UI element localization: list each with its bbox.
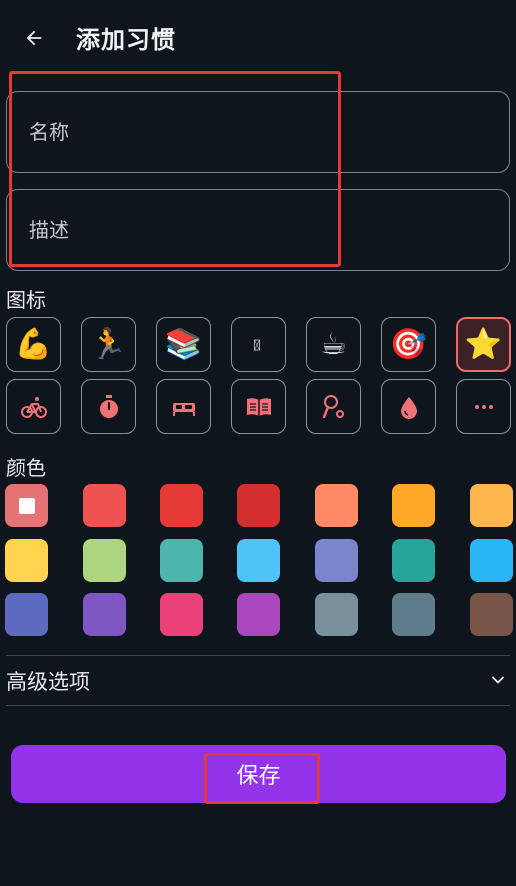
direct-hit-icon: 🎯	[389, 327, 428, 362]
color-swatch[interactable]	[237, 484, 280, 527]
star-icon: ⭐	[464, 327, 503, 362]
color-swatch[interactable]	[470, 539, 513, 582]
icon-option-bed[interactable]	[156, 379, 211, 434]
selected-check-mark	[18, 497, 35, 514]
back-button[interactable]	[18, 22, 50, 54]
divider-bottom	[6, 705, 510, 706]
icon-option-bicycle[interactable]	[6, 379, 61, 434]
icon-option-star[interactable]: ⭐	[456, 317, 511, 372]
flexed-biceps-icon: 💪	[14, 327, 53, 362]
color-swatch[interactable]	[237, 593, 280, 636]
top-app-bar: 添加习惯	[0, 0, 516, 76]
icon-option-book[interactable]	[231, 379, 286, 434]
color-swatch[interactable]	[470, 484, 513, 527]
color-swatch[interactable]	[83, 484, 126, 527]
hot-beverage-icon: ☕	[320, 327, 347, 362]
unknown-icon	[253, 339, 260, 350]
icon-option-books[interactable]: 📚	[156, 317, 211, 372]
icon-option-unknown[interactable]	[231, 317, 286, 372]
jump-rope-icon	[322, 394, 344, 418]
color-swatch[interactable]	[315, 539, 358, 582]
arrow-left-icon	[26, 30, 42, 46]
color-swatch[interactable]	[237, 539, 280, 582]
open-book-icon	[246, 397, 271, 416]
save-button[interactable]: 保存	[11, 745, 506, 803]
books-icon: 📚	[164, 327, 203, 362]
advanced-options-label: 高级选项	[6, 670, 90, 694]
color-swatch[interactable]	[392, 484, 435, 527]
name-field[interactable]	[7, 92, 509, 172]
color-swatch[interactable]	[83, 539, 126, 582]
color-swatch[interactable]	[83, 593, 126, 636]
icon-option-target[interactable]: 🎯	[381, 317, 436, 372]
icon-option-biceps[interactable]: 💪	[6, 317, 61, 372]
color-swatch[interactable]	[160, 593, 203, 636]
color-swatch[interactable]	[315, 593, 358, 636]
icons-section-label: 图标	[6, 288, 46, 312]
icon-option-water[interactable]	[381, 379, 436, 434]
icon-option-more[interactable]	[456, 379, 511, 434]
color-swatch[interactable]	[392, 593, 435, 636]
icon-option-timer[interactable]	[81, 379, 136, 434]
running-person-icon: 🏃	[89, 327, 128, 362]
water-drop-icon	[400, 396, 417, 419]
color-swatch[interactable]	[160, 484, 203, 527]
color-swatch[interactable]	[5, 593, 48, 636]
name-field-container	[6, 91, 510, 173]
icon-option-jump-rope[interactable]	[306, 379, 361, 434]
color-swatch[interactable]	[5, 484, 48, 527]
color-swatch[interactable]	[160, 539, 203, 582]
icon-option-running[interactable]: 🏃	[81, 317, 136, 372]
more-icon	[474, 404, 493, 409]
colors-section-label: 颜色	[6, 456, 46, 480]
icon-option-coffee[interactable]: ☕	[306, 317, 361, 372]
description-field-container	[6, 189, 510, 271]
chevron-down-icon	[492, 676, 504, 684]
color-swatch[interactable]	[392, 539, 435, 582]
timer-icon	[99, 394, 118, 418]
bicycle-icon	[20, 396, 47, 418]
color-swatch[interactable]	[470, 593, 513, 636]
description-field[interactable]	[7, 190, 509, 270]
page-title: 添加习惯	[76, 26, 176, 54]
bed-icon	[172, 402, 195, 416]
save-button-label: 保存	[236, 764, 281, 789]
color-swatch[interactable]	[5, 539, 48, 582]
color-swatch[interactable]	[315, 484, 358, 527]
advanced-options-toggle[interactable]: 高级选项	[0, 656, 516, 704]
